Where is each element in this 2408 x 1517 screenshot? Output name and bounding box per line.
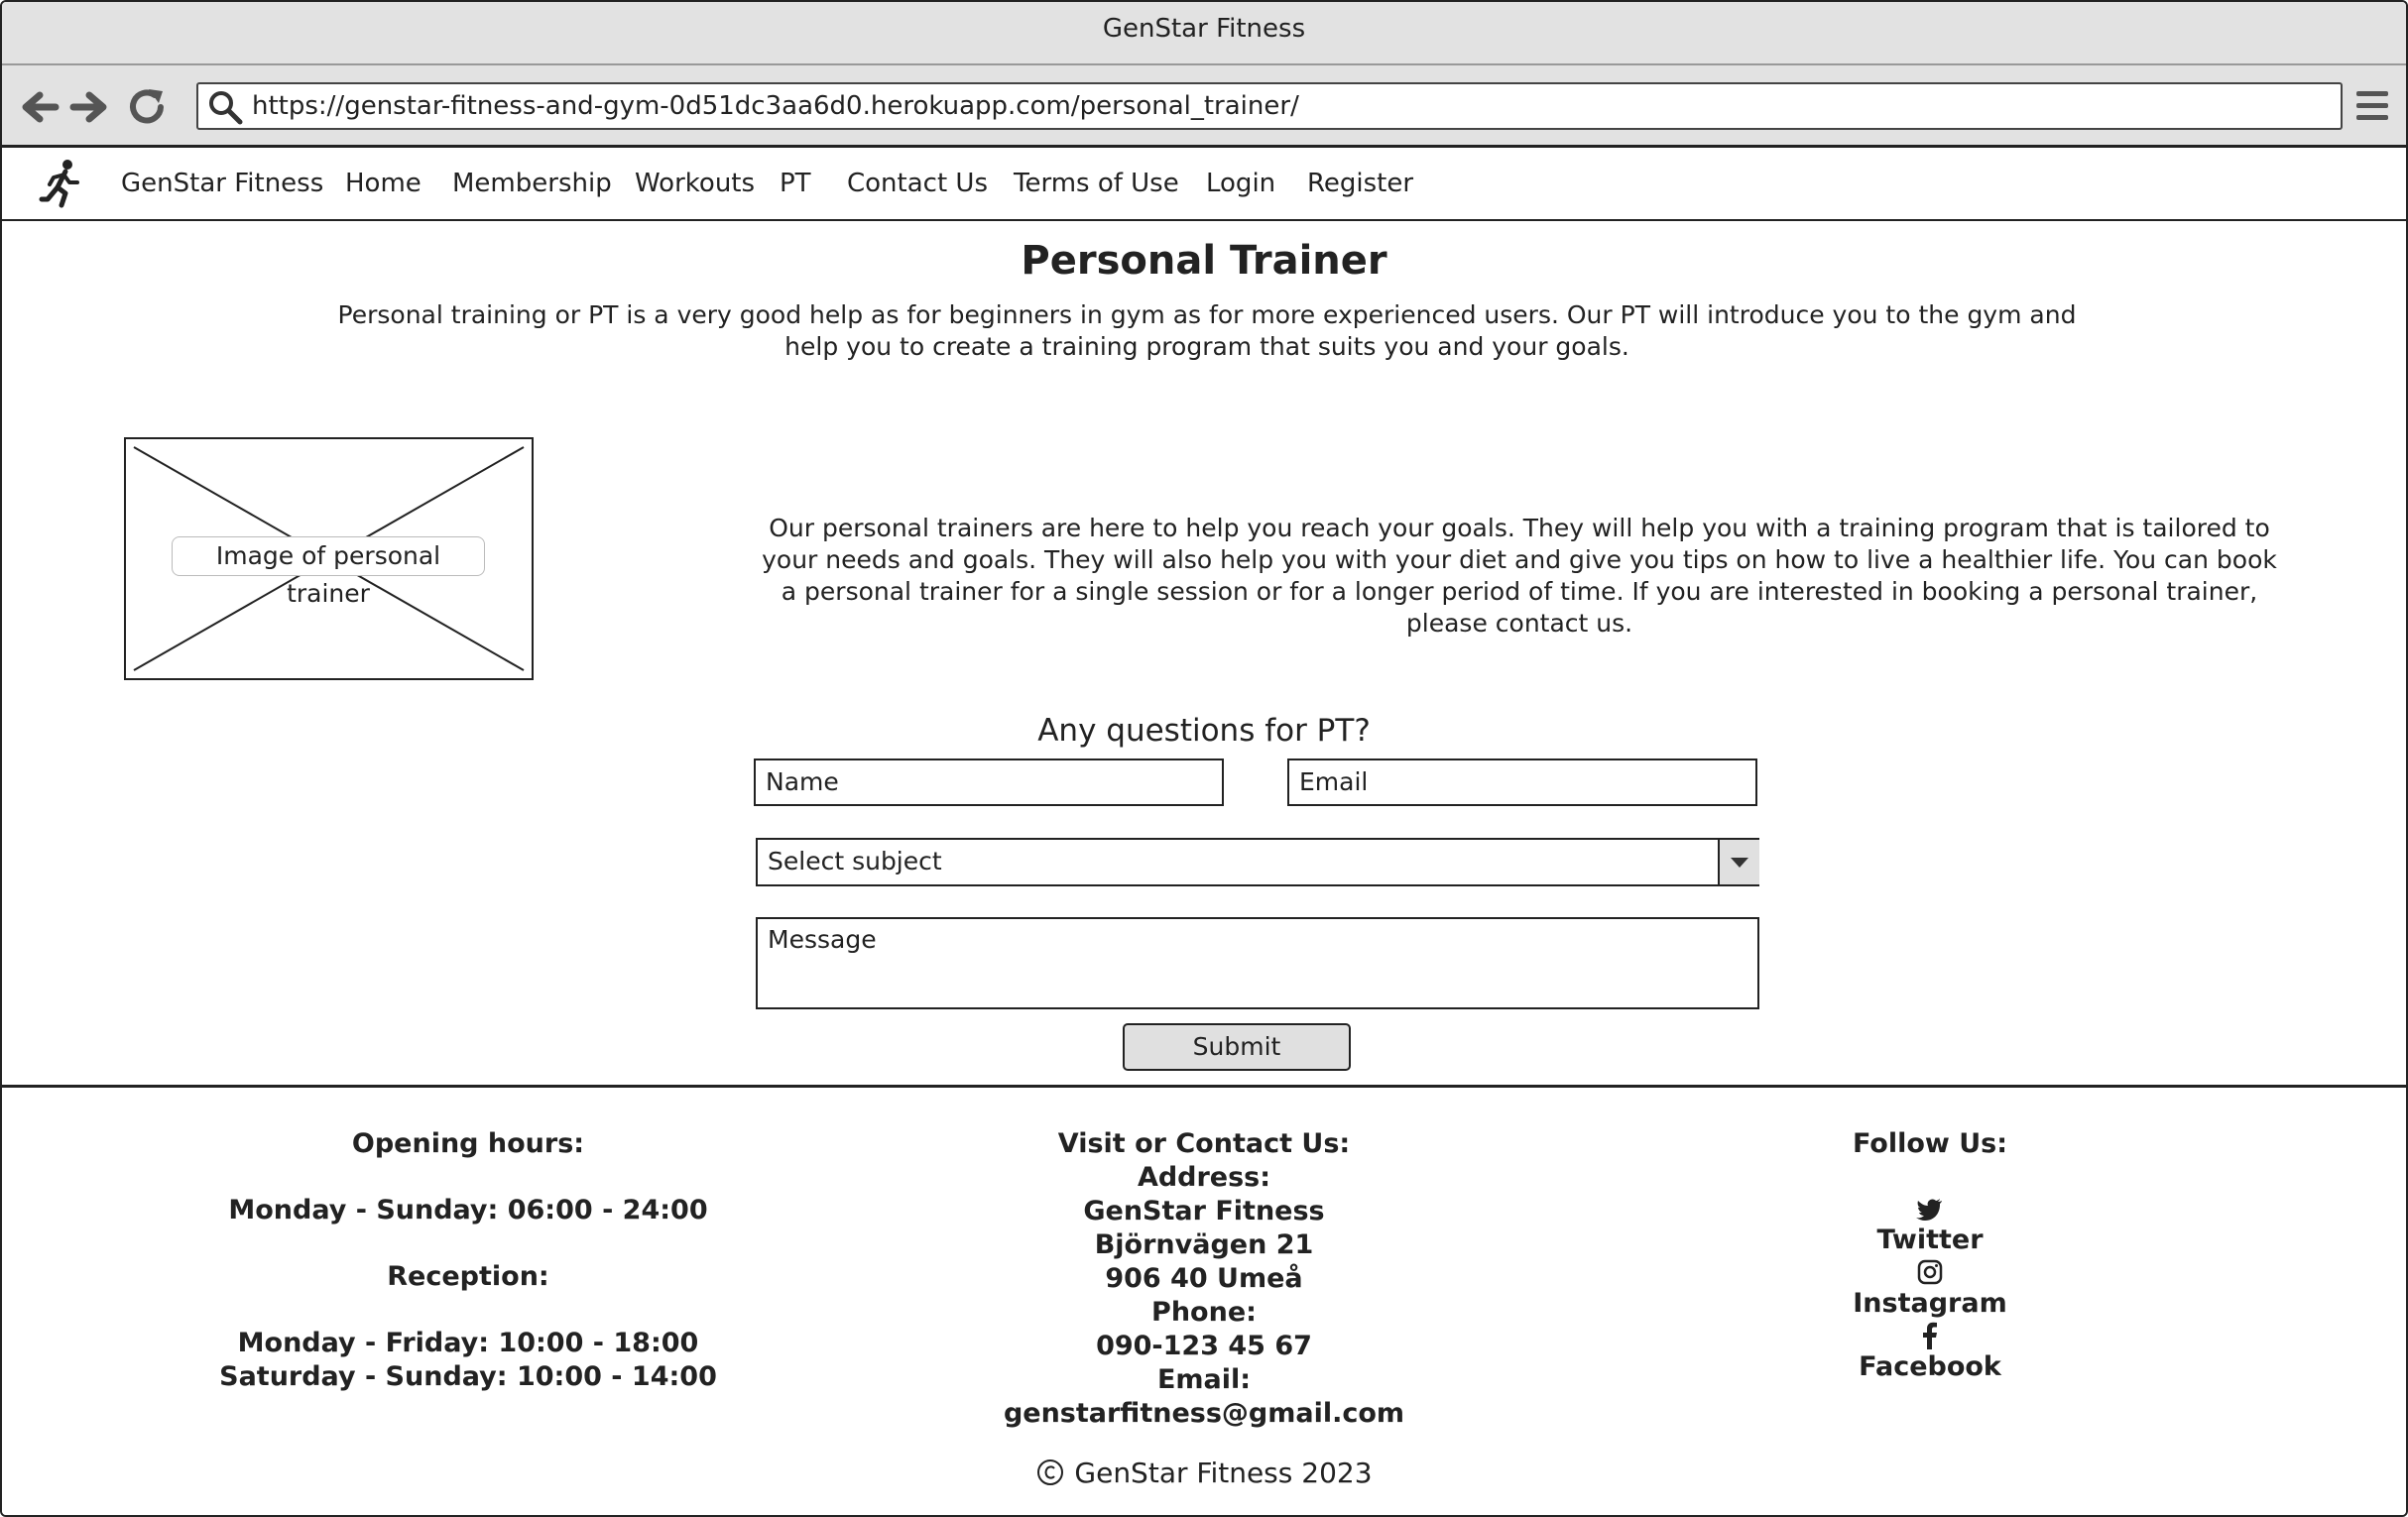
address-street: Björnvägen 21	[1094, 1229, 1314, 1260]
contact-column: Visit or Contact Us: Address: GenStar Fi…	[906, 1127, 1502, 1431]
search-icon	[209, 91, 243, 125]
nav-pt[interactable]: PT	[780, 148, 811, 219]
facebook-link[interactable]: Facebook	[1682, 1350, 2178, 1384]
dropdown-arrow[interactable]	[1718, 840, 1759, 884]
intro-text: Personal training or PT is a very good h…	[337, 300, 2077, 361]
forward-arrow-icon[interactable]	[67, 85, 111, 129]
email-address[interactable]: genstarfitness@gmail.com	[906, 1397, 1502, 1431]
window-title: GenStar Fitness	[1102, 14, 1306, 44]
back-arrow-icon[interactable]	[18, 85, 61, 129]
address-bar[interactable]: https://genstar-fitness-and-gym-0d51dc3a…	[196, 82, 2343, 130]
email-field[interactable]: Email	[1287, 758, 1757, 806]
reception-heading: Reception:	[387, 1261, 549, 1292]
copyright: GenStar Fitness 2023	[2, 1457, 2406, 1489]
address-label: Address:	[1137, 1162, 1271, 1193]
phone-number[interactable]: 090-123 45 67	[906, 1330, 1502, 1363]
hamburger-menu-icon[interactable]	[2352, 87, 2392, 125]
name-field[interactable]: Name	[754, 758, 1224, 806]
nav-contact-us[interactable]: Contact Us	[847, 148, 988, 219]
url-text[interactable]: https://genstar-fitness-and-gym-0d51dc3a…	[252, 84, 1299, 128]
facebook-icon[interactable]	[1915, 1321, 1945, 1350]
reload-icon[interactable]	[125, 85, 169, 129]
follow-column: Follow Us: Twitter Instagram Facebook	[1682, 1127, 2178, 1384]
contact-heading: Visit or Contact Us:	[1057, 1128, 1351, 1159]
address-name: GenStar Fitness	[1083, 1196, 1325, 1226]
browser-window: GenStar Fitness https://genstar-fitness-…	[0, 0, 2408, 1517]
opening-hours-column: Opening hours: Monday - Sunday: 06:00 - …	[171, 1127, 766, 1394]
title-bar: GenStar Fitness	[2, 2, 2406, 65]
reception-weekdays: Monday - Friday: 10:00 - 18:00	[237, 1328, 699, 1358]
nav-login[interactable]: Login	[1206, 148, 1275, 219]
message-field[interactable]: Message	[756, 917, 1759, 1009]
nav-terms-of-use[interactable]: Terms of Use	[1014, 148, 1179, 219]
subject-select-value: Select subject	[768, 847, 942, 875]
twitter-icon[interactable]	[1915, 1194, 1945, 1224]
reception-weekend: Saturday - Sunday: 10:00 - 14:00	[219, 1361, 717, 1392]
follow-heading: Follow Us:	[1852, 1128, 2008, 1159]
copyright-icon	[1037, 1459, 1064, 1485]
browser-toolbar: https://genstar-fitness-and-gym-0d51dc3a…	[2, 65, 2406, 148]
nav-membership[interactable]: Membership	[452, 148, 612, 219]
subject-select[interactable]: Select subject	[756, 838, 1759, 886]
opening-hours-text: Monday - Sunday: 06:00 - 24:00	[228, 1195, 708, 1225]
pt-description: Our personal trainers are here to help y…	[762, 514, 2277, 638]
site-navbar: GenStar Fitness Home Membership Workouts…	[2, 148, 2406, 221]
image-label: Image of personal trainer	[172, 536, 485, 608]
opening-hours-heading: Opening hours:	[351, 1128, 585, 1159]
running-person-icon[interactable]	[38, 158, 87, 209]
form-title: Any questions for PT?	[1037, 713, 1371, 749]
instagram-icon[interactable]	[1915, 1257, 1945, 1287]
twitter-link[interactable]: Twitter	[1682, 1224, 2178, 1257]
trainer-image-placeholder: Image of personal trainer	[124, 437, 534, 680]
nav-register[interactable]: Register	[1307, 148, 1413, 219]
copyright-text: GenStar Fitness 2023	[1074, 1457, 1373, 1489]
email-label: Email:	[1156, 1364, 1252, 1395]
instagram-link[interactable]: Instagram	[1682, 1287, 2178, 1321]
brand-link[interactable]: GenStar Fitness	[121, 148, 323, 219]
page-title: Personal Trainer	[1021, 238, 1387, 284]
phone-label: Phone:	[1151, 1297, 1257, 1328]
footer: Opening hours: Monday - Sunday: 06:00 - …	[2, 1085, 2406, 1515]
address-city: 906 40 Umeå	[1105, 1263, 1303, 1294]
nav-home[interactable]: Home	[345, 148, 421, 219]
chevron-down-icon	[1731, 858, 1748, 868]
submit-button[interactable]: Submit	[1123, 1023, 1351, 1071]
nav-workouts[interactable]: Workouts	[635, 148, 755, 219]
